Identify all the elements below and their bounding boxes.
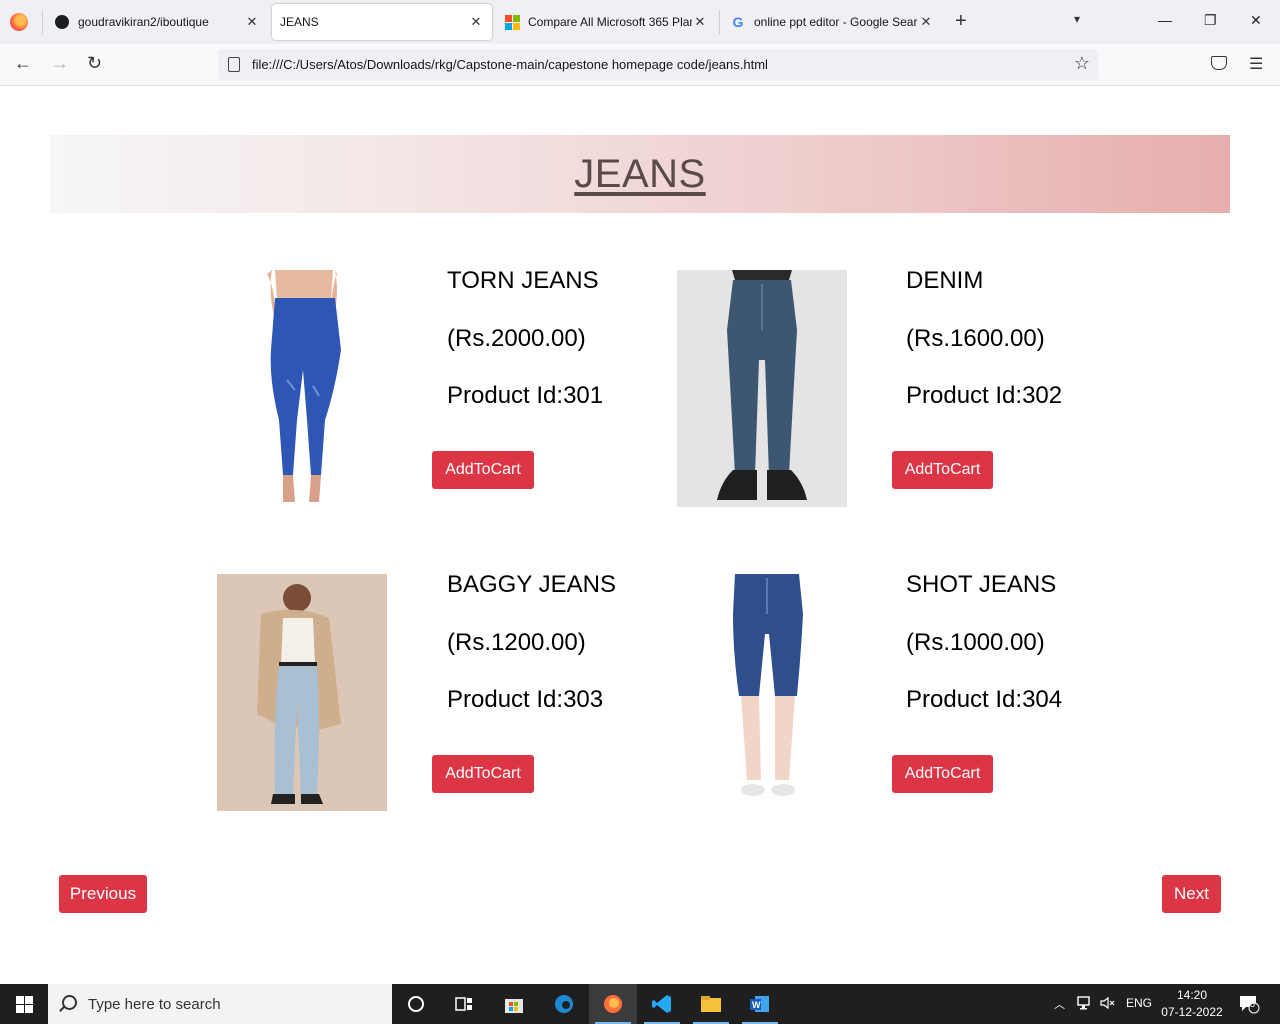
firefox-logo-icon[interactable] bbox=[10, 13, 28, 31]
tab-google[interactable]: G online ppt editor - Google Search ✕ bbox=[722, 4, 942, 40]
svg-text:W: W bbox=[752, 1000, 761, 1010]
close-tab-icon[interactable]: ✕ bbox=[468, 14, 484, 30]
torn-jeans-product-image bbox=[217, 270, 387, 507]
volume-muted-icon[interactable] bbox=[1100, 996, 1116, 1013]
show-hidden-icons-chevron-up-icon[interactable]: ︿ bbox=[1054, 996, 1065, 1012]
baggy-jeans-product-image bbox=[217, 574, 387, 811]
tab-title: goudravikiran2/iboutique bbox=[78, 15, 209, 29]
word-icon[interactable]: W bbox=[736, 984, 784, 1024]
vscode-icon[interactable] bbox=[638, 984, 686, 1024]
network-icon[interactable] bbox=[1077, 996, 1093, 1013]
notification-count: 5 bbox=[1250, 999, 1256, 1009]
file-explorer-icon[interactable] bbox=[687, 984, 735, 1024]
add-to-cart-button[interactable]: AddToCart bbox=[432, 755, 534, 793]
denim-product-image bbox=[677, 270, 847, 507]
new-tab-icon[interactable]: + bbox=[955, 10, 967, 33]
search-icon bbox=[62, 995, 77, 1010]
tab-title: online ppt editor - Google Search bbox=[754, 15, 918, 29]
product-name: TORN JEANS bbox=[447, 267, 599, 294]
forward-arrow-icon[interactable]: → bbox=[51, 53, 69, 74]
product-id: Product Id:304 bbox=[906, 686, 1063, 713]
product-price: (Rs.1600.00) bbox=[906, 325, 1045, 352]
tab-title: Compare All Microsoft 365 Plans bbox=[528, 15, 692, 29]
clock-date: 07-12-2022 bbox=[1161, 1005, 1223, 1019]
product-price: (Rs.2000.00) bbox=[447, 325, 586, 352]
next-button[interactable]: Next bbox=[1162, 875, 1221, 913]
search-placeholder: Type here to search bbox=[88, 996, 221, 1013]
product-name: SHOT JEANS bbox=[906, 571, 1057, 598]
product-name: BAGGY JEANS bbox=[447, 571, 616, 598]
clock-time: 14:20 bbox=[1176, 988, 1208, 1002]
restore-icon[interactable]: ❐ bbox=[1204, 12, 1217, 29]
previous-button[interactable]: Previous bbox=[59, 875, 147, 913]
task-view-icon[interactable] bbox=[440, 984, 488, 1024]
microsoft-store-icon[interactable] bbox=[490, 984, 538, 1024]
product-price: (Rs.1200.00) bbox=[447, 629, 586, 656]
tab-divider bbox=[719, 10, 720, 34]
list-tabs-chevron-down-icon[interactable]: ▾ bbox=[1074, 12, 1080, 26]
back-arrow-icon[interactable]: ← bbox=[14, 53, 32, 74]
shot-jeans-product-image bbox=[677, 574, 847, 811]
close-tab-icon[interactable]: ✕ bbox=[692, 14, 708, 30]
microsoft-icon bbox=[504, 14, 520, 30]
tab-strip: goudravikiran2/iboutique ✕ JEANS ✕ Compa… bbox=[0, 0, 1280, 44]
windows-logo-icon bbox=[15, 995, 33, 1013]
tab-microsoft[interactable]: Compare All Microsoft 365 Plans ✕ bbox=[496, 4, 716, 40]
minimize-icon[interactable]: — bbox=[1158, 12, 1172, 28]
add-to-cart-button[interactable]: AddToCart bbox=[432, 451, 534, 489]
notification-center-icon[interactable]: 5 bbox=[1238, 994, 1260, 1017]
cortana-icon[interactable] bbox=[392, 984, 440, 1024]
taskbar-search-box[interactable]: Type here to search bbox=[48, 984, 392, 1024]
add-to-cart-button[interactable]: AddToCart bbox=[892, 451, 993, 489]
system-clock[interactable]: 14:20 07-12-2022 bbox=[1160, 987, 1224, 1021]
windows-taskbar: Type here to search W ︿ ENG 14:20 07-12-… bbox=[0, 984, 1280, 1024]
pocket-icon[interactable] bbox=[1211, 56, 1227, 70]
product-price: (Rs.1000.00) bbox=[906, 629, 1045, 656]
hamburger-menu-icon[interactable]: ☰ bbox=[1249, 54, 1263, 74]
close-tab-icon[interactable]: ✕ bbox=[244, 14, 260, 30]
tab-title: JEANS bbox=[280, 15, 319, 29]
tab-jeans[interactable]: JEANS ✕ bbox=[272, 4, 492, 40]
page-icon bbox=[228, 57, 240, 72]
navigation-toolbar: ← → ↻ file:///C:/Users/Atos/Downloads/rk… bbox=[0, 44, 1280, 86]
edge-icon[interactable] bbox=[540, 984, 588, 1024]
product-id: Product Id:301 bbox=[447, 382, 604, 409]
bookmark-star-icon[interactable]: ☆ bbox=[1074, 53, 1090, 74]
tab-divider bbox=[42, 10, 43, 34]
page-title: JEANS bbox=[574, 151, 706, 196]
tab-github[interactable]: goudravikiran2/iboutique ✕ bbox=[46, 4, 268, 40]
product-id: Product Id:302 bbox=[906, 382, 1063, 409]
close-tab-icon[interactable]: ✕ bbox=[918, 14, 934, 30]
close-window-icon[interactable]: ✕ bbox=[1250, 12, 1262, 29]
start-button[interactable] bbox=[0, 984, 48, 1024]
github-icon bbox=[54, 14, 70, 30]
reload-icon[interactable]: ↻ bbox=[87, 53, 102, 74]
add-to-cart-button[interactable]: AddToCart bbox=[892, 755, 993, 793]
page-header-banner: JEANS bbox=[50, 135, 1230, 213]
product-id: Product Id:303 bbox=[447, 686, 604, 713]
google-icon: G bbox=[732, 14, 744, 30]
firefox-taskbar-icon[interactable] bbox=[589, 984, 637, 1024]
address-bar[interactable]: file:///C:/Users/Atos/Downloads/rkg/Caps… bbox=[218, 49, 1098, 80]
url-text[interactable]: file:///C:/Users/Atos/Downloads/rkg/Caps… bbox=[252, 57, 768, 72]
product-name: DENIM bbox=[906, 267, 984, 294]
language-indicator[interactable]: ENG bbox=[1126, 996, 1152, 1010]
